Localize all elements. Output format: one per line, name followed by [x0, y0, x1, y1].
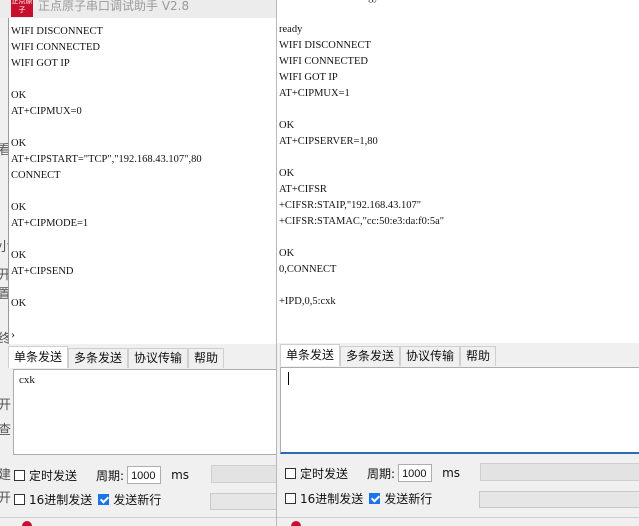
status-bar — [277, 517, 639, 526]
status-bar — [0, 517, 276, 526]
receive-area[interactable]: AI-Thinker Technology Co. Ltd.readyWIFI … — [277, 0, 639, 343]
serial-assistant-window-left: 正点原子 正点原子串口调试助手 V2.8 看小开置终开查建开 WIFI DISC… — [0, 0, 276, 526]
send-tabs: 单条发送 多条发送 协议传输 帮助 — [8, 346, 225, 368]
tab-multi-send[interactable]: 多条发送 — [340, 346, 401, 366]
send-progress-bar — [479, 491, 639, 508]
send-options-row: 16进制发送 发送新行 — [285, 490, 432, 507]
terminal-line: AT+CIPSERVER=1,80 — [279, 136, 378, 147]
terminal-line: AT+CIFSR — [279, 184, 327, 195]
title-bar: 正点原子 正点原子串口调试助手 V2.8 — [0, 0, 276, 18]
tab-protocol[interactable]: 协议传输 — [400, 346, 461, 366]
window-title: 正点原子串口调试助手 V2.8 — [38, 0, 190, 13]
terminal-line: OK — [11, 90, 27, 101]
terminal-line: AT+CIPSTART="TCP","192.168.43.107",80 — [11, 154, 202, 165]
terminal-line: 0,CONNECT — [279, 264, 337, 275]
text-caret — [288, 372, 289, 385]
terminal-line: OK — [279, 248, 295, 259]
timed-send-row: 定时发送 周期: 1000 ms — [285, 464, 460, 482]
settings-gear-icon[interactable] — [291, 521, 301, 526]
send-input-text: cxk — [19, 374, 35, 386]
receive-lines: AI-Thinker Technology Co. Ltd.readyWIFI … — [277, 0, 639, 310]
newline-label: 发送新行 — [384, 492, 433, 506]
open-file-button[interactable] — [480, 463, 639, 481]
open-file-button[interactable] — [211, 465, 276, 483]
side-char: 查 — [0, 423, 12, 438]
hex-send-label: 16进制发送 — [300, 492, 364, 506]
timed-send-row: 定时发送 周期: 1000 ms — [14, 466, 189, 484]
app-logo-icon: 正点原子 — [11, 0, 33, 17]
terminal-line: AT+CIPMODE=1 — [11, 218, 89, 229]
period-unit: ms — [442, 466, 461, 480]
terminal-line: WIFI DISCONNECT — [11, 26, 103, 37]
terminal-line: ready — [279, 24, 303, 35]
terminal-line: OK — [11, 250, 27, 261]
terminal-line: AT+CIPSEND — [11, 266, 74, 277]
terminal-line: OK — [11, 138, 27, 149]
period-input[interactable]: 1000 — [398, 464, 433, 482]
hex-send-checkbox[interactable] — [285, 493, 296, 504]
send-progress-bar — [210, 493, 276, 510]
timed-send-checkbox[interactable] — [14, 469, 25, 481]
receive-area[interactable]: WIFI DISCONNECT WIFI CONNECTED WIFI GOT IP… — [8, 18, 276, 344]
period-unit: ms — [171, 468, 190, 482]
period-input[interactable]: 1000 — [127, 466, 162, 484]
terminal-line: WIFI DISCONNECT — [279, 40, 371, 51]
timed-send-label: 定时发送 — [29, 468, 78, 483]
settings-gear-icon[interactable] — [22, 521, 32, 526]
tab-help[interactable]: 帮助 — [460, 346, 497, 366]
terminal-line: OK — [279, 120, 295, 131]
terminal-line: WIFI CONNECTED — [11, 42, 100, 53]
terminal-line: OK — [279, 168, 295, 179]
send-options-row: 16进制发送 发送新行 — [14, 491, 161, 508]
send-input[interactable] — [280, 367, 639, 454]
terminal-line: +IPD,0,5:cxk — [279, 296, 336, 307]
hex-send-checkbox[interactable] — [14, 494, 25, 505]
terminal-line: OK — [11, 202, 27, 213]
period-label: 周期: — [96, 468, 125, 483]
side-char: 建 — [0, 468, 12, 483]
terminal-line: +CIFSR:STAMAC,"cc:50:e3:da:f0:5a" — [279, 216, 445, 227]
terminal-line: +CIFSR:STAIP,"192.168.43.107" — [279, 200, 422, 211]
send-input[interactable]: cxk — [13, 369, 276, 455]
terminal-line: AT+CIPMUX=0 — [11, 106, 82, 117]
terminal-line: OK — [11, 298, 27, 309]
terminal-line: WIFI CONNECTED — [279, 56, 368, 67]
timed-send-checkbox[interactable] — [285, 467, 296, 479]
tab-multi-send[interactable]: 多条发送 — [68, 348, 129, 368]
side-char: 开 — [0, 398, 12, 413]
receive-lines: WIFI DISCONNECT WIFI CONNECTED WIFI GOT IP… — [9, 18, 276, 312]
send-tabs: 单条发送 多条发送 协议传输 帮助 — [280, 344, 497, 366]
chevron-right-icon: › — [11, 327, 15, 341]
terminal-line: WIFI GOT IP — [279, 72, 338, 83]
newline-label: 发送新行 — [113, 493, 162, 507]
newline-checkbox[interactable] — [369, 493, 381, 504]
hex-send-label: 16进制发送 — [29, 493, 93, 507]
terminal-line: CONNECT — [11, 170, 61, 181]
tab-help[interactable]: 帮助 — [188, 348, 225, 368]
terminal-line: WIFI GOT IP — [11, 58, 70, 69]
period-label: 周期: — [367, 466, 396, 481]
serial-assistant-window-right: AI-Thinker Technology Co. Ltd.readyWIFI … — [276, 0, 639, 526]
side-char: 开 — [0, 491, 12, 506]
newline-checkbox[interactable] — [98, 494, 110, 505]
tab-single-send[interactable]: 单条发送 — [8, 346, 69, 368]
terminal-line: AT+CIPMUX=1 — [279, 88, 350, 99]
tab-single-send[interactable]: 单条发送 — [280, 344, 341, 366]
tab-protocol[interactable]: 协议传输 — [128, 348, 189, 368]
timed-send-label: 定时发送 — [300, 466, 349, 481]
